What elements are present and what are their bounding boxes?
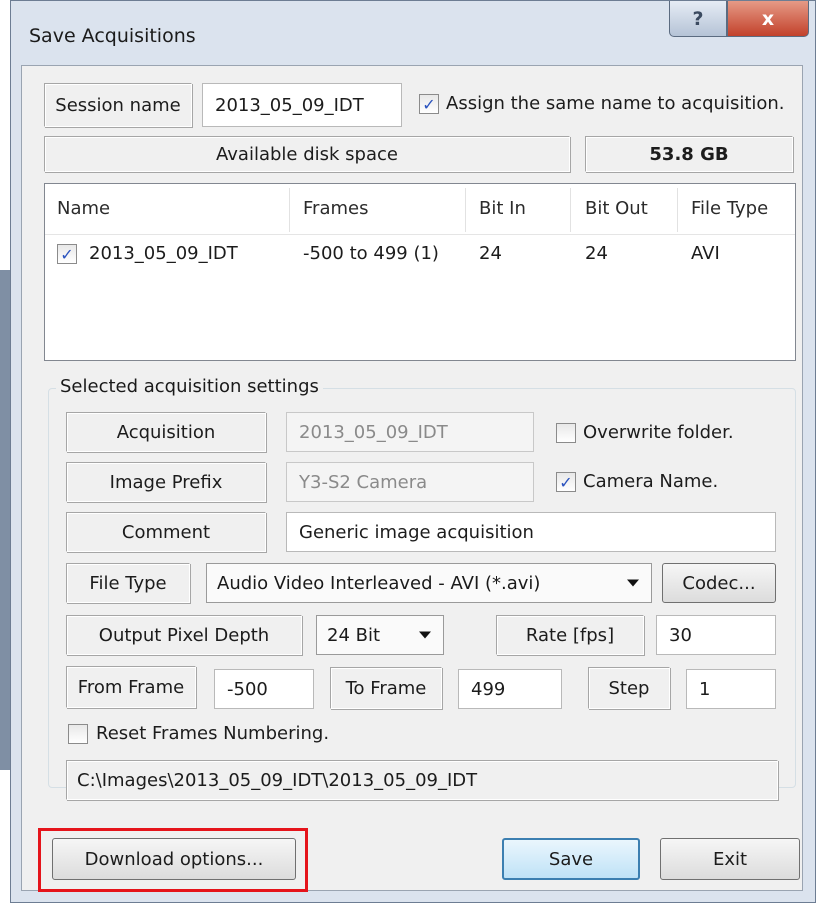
check-mark-icon: ✓ <box>60 244 74 264</box>
from-frame-input[interactable]: -500 <box>214 669 314 709</box>
assign-same-name-checkbox[interactable]: ✓ <box>419 94 439 114</box>
column-header-bit-in[interactable]: Bit In <box>479 198 526 219</box>
step-input[interactable]: 1 <box>686 669 776 709</box>
pixel-depth-dropdown[interactable]: 24 Bit <box>316 615 444 655</box>
save-acquisitions-dialog: Save Acquisitions ? x Session name 2013_… <box>10 0 816 903</box>
help-button[interactable]: ? <box>669 1 727 37</box>
group-title: Selected acquisition settings <box>56 376 323 397</box>
image-prefix-label: Image Prefix <box>66 462 266 502</box>
acquisition-list[interactable]: Name Frames Bit In Bit Out File Type ✓ 2… <box>44 183 796 361</box>
session-name-input[interactable]: 2013_05_09_IDT <box>202 83 402 127</box>
camera-name-checkbox[interactable]: ✓ <box>556 472 576 492</box>
row-frames: -500 to 499 (1) <box>303 243 439 264</box>
chevron-down-icon <box>419 631 431 639</box>
reset-frames-numbering-label: Reset Frames Numbering. <box>96 723 330 744</box>
save-button[interactable]: Save <box>502 838 640 880</box>
file-type-selected-value: Audio Video Interleaved - AVI (*.avi) <box>217 572 541 594</box>
output-path-display: C:\Images\2013_05_09_IDT\2013_05_09_IDT <box>66 760 778 800</box>
overwrite-folder-checkbox[interactable]: ✓ <box>556 423 576 443</box>
dialog-client-area: Session name 2013_05_09_IDT ✓ Assign the… <box>21 65 803 892</box>
close-icon: x <box>761 7 775 30</box>
column-separator <box>465 188 466 232</box>
row-name: 2013_05_09_IDT <box>89 243 238 264</box>
rate-fps-label: Rate [fps] <box>496 615 644 655</box>
available-disk-space-label: Available disk space <box>44 136 570 172</box>
column-header-file-type[interactable]: File Type <box>691 198 768 219</box>
session-name-label: Session name <box>44 83 192 127</box>
title-bar[interactable]: Save Acquisitions ? x <box>11 1 816 65</box>
codec-button[interactable]: Codec... <box>662 563 776 603</box>
column-separator <box>570 188 571 232</box>
to-frame-input[interactable]: 499 <box>458 669 562 709</box>
window-title: Save Acquisitions <box>29 25 196 47</box>
camera-name-label: Camera Name. <box>583 471 719 492</box>
row-bit-out: 24 <box>585 243 608 264</box>
comment-label: Comment <box>66 512 266 552</box>
check-mark-icon: ✓ <box>422 94 436 114</box>
column-separator <box>289 188 290 232</box>
overwrite-folder-label: Overwrite folder. <box>583 422 734 443</box>
comment-input[interactable]: Generic image acquisition <box>286 512 776 552</box>
row-file-type: AVI <box>691 243 720 264</box>
available-disk-space-value: 53.8 GB <box>585 136 793 172</box>
close-button[interactable]: x <box>727 1 809 37</box>
exit-button[interactable]: Exit <box>660 838 800 880</box>
rate-fps-input[interactable]: 30 <box>656 615 776 655</box>
step-label: Step <box>588 667 670 709</box>
to-frame-label: To Frame <box>330 667 442 709</box>
download-options-button[interactable]: Download options... <box>52 838 296 880</box>
file-type-label: File Type <box>66 563 190 603</box>
column-separator <box>677 188 678 232</box>
output-pixel-depth-label: Output Pixel Depth <box>66 615 302 655</box>
image-prefix-input[interactable]: Y3-S2 Camera <box>286 462 534 502</box>
assign-same-name-label: Assign the same name to acquisition. <box>446 93 785 114</box>
from-frame-label: From Frame <box>66 666 196 708</box>
chevron-down-icon <box>627 579 639 587</box>
check-mark-icon: ✓ <box>559 472 573 492</box>
list-header: Name Frames Bit In Bit Out File Type <box>45 184 795 235</box>
column-header-bit-out[interactable]: Bit Out <box>585 198 648 219</box>
reset-frames-numbering-checkbox[interactable]: ✓ <box>68 724 88 744</box>
acquisition-input[interactable]: 2013_05_09_IDT <box>286 412 534 452</box>
row-bit-in: 24 <box>479 243 502 264</box>
pixel-depth-selected-value: 24 Bit <box>327 624 381 646</box>
acquisition-label: Acquisition <box>66 412 266 452</box>
help-icon: ? <box>692 7 704 30</box>
table-row[interactable]: ✓ 2013_05_09_IDT -500 to 499 (1) 24 24 A… <box>45 236 795 272</box>
row-checkbox[interactable]: ✓ <box>57 244 77 264</box>
column-header-frames[interactable]: Frames <box>303 198 368 219</box>
file-type-dropdown[interactable]: Audio Video Interleaved - AVI (*.avi) <box>206 563 652 603</box>
column-header-name[interactable]: Name <box>57 198 110 219</box>
